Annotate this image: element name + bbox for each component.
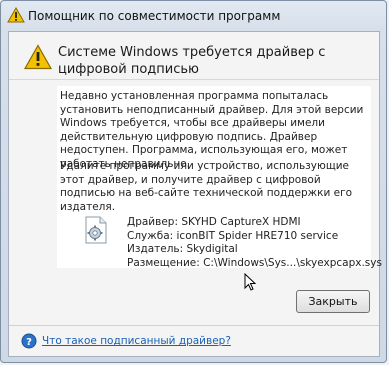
driver-details: Драйвер: SKYHD CaptureX HDMI Служба: ico…	[127, 216, 382, 270]
divider	[9, 79, 379, 80]
dialog-headline: Системе Windows требуется драйвер с цифр…	[58, 45, 326, 77]
details-panel: Недавно установленная программа попытала…	[57, 86, 382, 291]
driver-publisher: Издатель: Skydigital	[127, 243, 238, 255]
close-button[interactable]: Закрыть	[296, 290, 370, 313]
explanation-text: Недавно установленная программа попытала…	[60, 90, 364, 170]
dialog-content: Системе Windows требуется драйвер с цифр…	[8, 31, 382, 357]
title-bar[interactable]: Помощник по совместимости программ	[1, 1, 386, 31]
window-title: Помощник по совместимости программ	[28, 9, 281, 23]
svg-text:?: ?	[26, 337, 32, 348]
driver-file-icon	[83, 216, 109, 244]
warning-icon	[23, 44, 53, 70]
signed-driver-help-link[interactable]: Что такое подписанный драйвер?	[42, 335, 231, 347]
help-icon: ?	[21, 333, 37, 349]
footer-divider	[9, 325, 379, 326]
warning-icon	[7, 6, 25, 23]
driver-location: Размещение: C:\Windows\Sys...\skyexpcapx…	[127, 256, 382, 269]
driver-name: Драйвер: SKYHD CaptureX HDMI	[127, 216, 301, 228]
instruction-text: Удалите программу или устройство, исполь…	[60, 160, 353, 213]
dialog-window: Помощник по совместимости программ Систе…	[0, 0, 387, 363]
mouse-cursor-icon	[244, 272, 257, 291]
driver-service: Служба: iconBIT Spider HRE710 service	[127, 229, 339, 242]
